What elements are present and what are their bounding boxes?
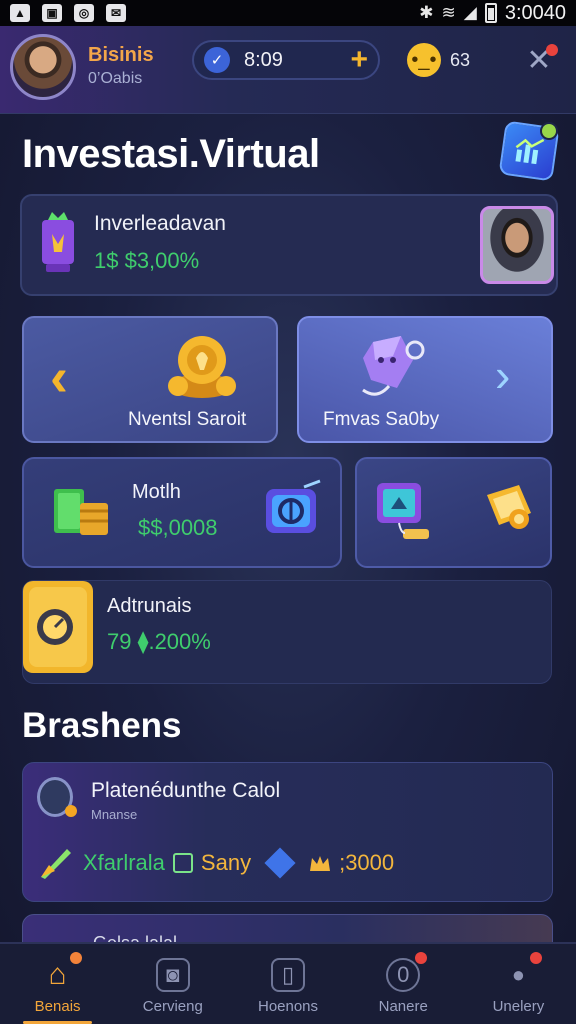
- notification-dot: [546, 44, 558, 56]
- coin-bag-icon: [168, 336, 236, 398]
- business-text-1: Xfarlrala: [83, 850, 165, 875]
- diamond-icon: [264, 847, 296, 879]
- purple-gem-icon: [362, 336, 425, 396]
- gold-badge-icon: [23, 581, 93, 673]
- compass-icon: 0: [386, 957, 421, 992]
- cash-stack-icon: [54, 489, 108, 535]
- business-title: Platenédunthe Calol: [91, 779, 281, 802]
- square-icon: [172, 853, 193, 873]
- tile-left-label: Nventsl Saroit: [128, 409, 247, 430]
- bar-chart-icon: [515, 138, 545, 165]
- whatsapp-icon: ◎: [74, 4, 94, 22]
- devices-card[interactable]: [355, 457, 552, 568]
- tracker-value: 79 ⧫.200%: [107, 629, 211, 654]
- timer-pill[interactable]: ✓ 8:09 +: [192, 40, 380, 80]
- nav-label: Benais: [34, 997, 81, 1015]
- wifi-icon: ≋: [441, 3, 456, 22]
- nav-label: Nanere: [378, 997, 428, 1015]
- nav-item-compass[interactable]: 0 Nanere: [346, 944, 461, 1024]
- add-time-button[interactable]: +: [350, 45, 368, 75]
- home-icon: ⌂: [48, 957, 67, 991]
- emoji-count: 63: [450, 50, 471, 70]
- photo-icon: ▲: [10, 4, 30, 22]
- phone-icon: ▯: [271, 957, 305, 992]
- business-subtitle-small: Mnanse: [91, 807, 138, 822]
- money-card[interactable]: Motlh $$,0008: [22, 457, 342, 568]
- page-title: Investasi.Virtual: [22, 132, 320, 176]
- business-stats-row: Xfarlrala Sany ;3000: [37, 845, 394, 881]
- nav-badge-dot: [530, 952, 543, 964]
- business-text-2: Sany: [200, 850, 252, 875]
- section-title: Brashens: [22, 706, 182, 745]
- check-badge-icon: ✓: [204, 47, 230, 73]
- chevron-left-icon[interactable]: ‹: [50, 346, 68, 408]
- avatar-status-dot: [65, 805, 77, 817]
- signal-icon: ◢: [463, 3, 477, 22]
- nav-item-phone[interactable]: ▯ Hoenons: [230, 944, 345, 1024]
- tracker-label: Adtrunais: [107, 595, 192, 617]
- player-avatar[interactable]: [10, 34, 76, 100]
- battery-icon: [484, 3, 497, 23]
- balance-value: 1$ $3,00%: [94, 248, 200, 273]
- balance-card[interactable]: Inverleadavan 1$ $3,00%: [20, 194, 558, 296]
- clock: 3:0040: [504, 1, 566, 24]
- bluetooth-icon: ✱: [419, 3, 434, 22]
- nav-label: Unelery: [492, 997, 545, 1015]
- user-icon: ●: [511, 961, 526, 987]
- notification-icons: ▲ ▣ ◎ ✉: [10, 4, 126, 22]
- money-value: $$,0008: [138, 515, 218, 540]
- camera-icon: ◙: [155, 957, 190, 992]
- invest-tile-left[interactable]: ‹ Nventsl Saroit: [22, 316, 278, 443]
- status-bar: ▲ ▣ ◎ ✉ ✱ ≋ ◢ 3:0040: [0, 0, 576, 26]
- nav-badge-dot: [69, 952, 82, 964]
- nav-label: Hoenons: [257, 997, 319, 1015]
- mail-icon: ✉: [106, 4, 126, 22]
- tablet-icon: [377, 483, 429, 539]
- business-card[interactable]: Platenédunthe Calol Mnanse Xfarlrala San…: [22, 762, 553, 902]
- rocket-icon: [41, 849, 71, 879]
- gold-wallet-icon: [487, 485, 531, 529]
- chevron-right-icon[interactable]: ›: [495, 348, 510, 402]
- top-header: Bisinis 0’Oabis ✓ 8:09 + •_• 63 ✕: [0, 26, 576, 114]
- business-name: Bisinis: [88, 44, 154, 66]
- bottom-nav: ⌂ Benais ◙ Cervieng ▯ Hoenons 0 Nanere ●…: [0, 942, 576, 1024]
- nav-item-user[interactable]: ● Unelery: [461, 944, 576, 1024]
- crypto-chip-icon: [266, 479, 321, 533]
- lantern-icon: [42, 212, 74, 272]
- business-subtitle: 0’Oabis: [88, 70, 143, 87]
- tile-right-label: Fmvas Sa0by: [323, 409, 440, 430]
- image-icon: ▣: [42, 4, 62, 22]
- nav-item-camera[interactable]: ◙ Cervieng: [115, 944, 230, 1024]
- balance-label: Inverleadavan: [94, 212, 226, 235]
- money-label: Motlh: [132, 481, 181, 503]
- neutral-face-icon[interactable]: •_•: [407, 43, 441, 77]
- nav-item-home[interactable]: ⌂ Benais: [0, 944, 115, 1024]
- tracker-card[interactable]: Adtrunais 79 ⧫.200%: [22, 580, 552, 684]
- nav-badge-dot: [415, 952, 428, 964]
- manager-avatar[interactable]: [480, 206, 554, 284]
- cube-badge: [540, 122, 558, 140]
- nav-label: Cervieng: [142, 997, 203, 1015]
- invest-tile-right[interactable]: › Fmvas Sa0by: [297, 316, 553, 443]
- crown-icon: [310, 856, 331, 871]
- business-value: ;3000: [339, 850, 395, 875]
- timer-text: 8:09: [244, 48, 283, 71]
